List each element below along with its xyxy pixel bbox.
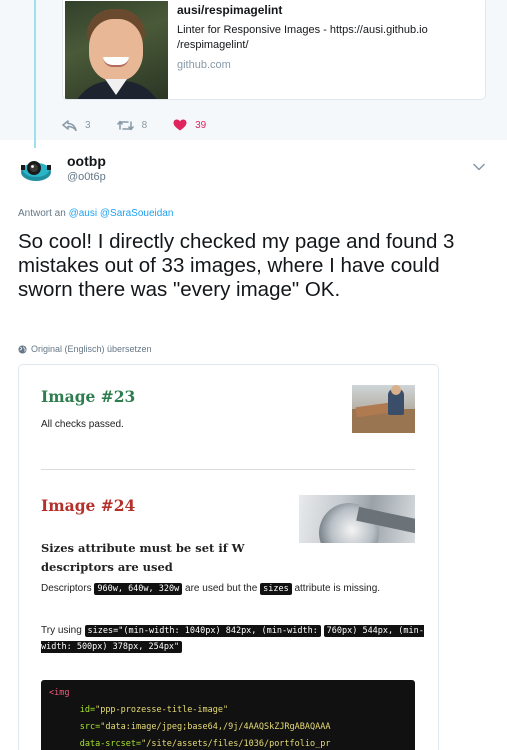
retweet-button[interactable]: 8 xyxy=(116,119,148,131)
quoted-tweet-area: ausi/respimagelint Linter for Responsive… xyxy=(0,0,507,148)
retweet-count: 8 xyxy=(141,119,148,131)
sizes-code: sizes xyxy=(260,583,292,595)
card-title: ausi/respimagelint xyxy=(177,3,283,17)
image-24-heading: Image #24 xyxy=(41,496,136,515)
code-value: "/site/assets/files/1036/portfolio_pr xyxy=(141,739,331,749)
divider xyxy=(41,469,415,470)
globe-icon xyxy=(18,344,27,354)
attached-screenshot[interactable]: Image #23 All checks passed. Image #24 S… xyxy=(18,364,439,750)
mention-link[interactable]: @ausi xyxy=(69,208,98,219)
desc-middle: are used but the xyxy=(185,583,258,594)
link-preview-card[interactable]: ausi/respimagelint Linter for Responsive… xyxy=(62,0,486,100)
code-value: "data:image/jpeg;base64,/9j/4AAQSkZJRgAB… xyxy=(100,722,331,732)
image-23-thumbnail xyxy=(352,385,415,433)
chevron-down-icon[interactable] xyxy=(473,163,485,171)
avatar[interactable] xyxy=(18,151,54,187)
code-tag-open: <img xyxy=(49,688,70,698)
code-value: "ppp-prozesse-title-image" xyxy=(95,705,229,715)
error-title: Sizes attribute must be set if W descrip… xyxy=(41,541,245,574)
image-24-thumbnail xyxy=(299,495,415,543)
tweet-text: So cool! I directly checked my page and … xyxy=(18,230,455,301)
reply-count: 3 xyxy=(85,119,91,131)
mention-link[interactable]: @SaraSoueidan xyxy=(100,208,174,219)
thread-line xyxy=(34,0,36,148)
retweet-icon xyxy=(116,120,134,130)
code-attr: data-srcset= xyxy=(79,739,142,749)
try-prefix: Try using xyxy=(41,625,82,636)
image-23-heading: Image #23 xyxy=(41,387,136,406)
image-23-status: All checks passed. xyxy=(41,419,124,430)
card-domain: github.com xyxy=(177,59,231,71)
code-attr: src= xyxy=(79,722,101,732)
descriptors-code: 960w, 640w, 320w xyxy=(94,583,183,595)
reply-to-line: Antwort an @ausi @SaraSoueidan xyxy=(18,208,173,219)
translate-link[interactable]: Original (Englisch) übersetzen xyxy=(18,344,152,354)
suggestion-code-1: sizes="(min-width: 1040px) 842px, (min-w… xyxy=(84,625,321,637)
reply-button[interactable]: 3 xyxy=(62,120,91,131)
desc-suffix: attribute is missing. xyxy=(294,583,381,594)
like-count: 39 xyxy=(195,119,207,131)
heart-icon xyxy=(173,119,187,131)
reply-to-prefix: Antwort an xyxy=(18,208,66,219)
desc-prefix: Descriptors xyxy=(41,583,92,594)
code-block: <img id="ppp-prozesse-title-image" src="… xyxy=(41,680,415,750)
suggestion: Try using sizes="(min-width: 1040px) 842… xyxy=(41,623,427,655)
code-attr: id= xyxy=(79,705,96,715)
translate-label: Original (Englisch) übersetzen xyxy=(31,344,152,354)
reply-icon xyxy=(62,119,77,131)
tweet-actions: 3 8 39 xyxy=(62,118,232,132)
display-name[interactable]: ootbp xyxy=(67,153,106,169)
card-description: Linter for Responsive Images - https://a… xyxy=(177,24,428,51)
card-thumbnail xyxy=(65,1,168,99)
error-description: Descriptors 960w, 640w, 320w are used bu… xyxy=(41,581,421,597)
like-button[interactable]: 39 xyxy=(173,119,206,131)
user-handle[interactable]: @o0t6p xyxy=(67,171,106,183)
